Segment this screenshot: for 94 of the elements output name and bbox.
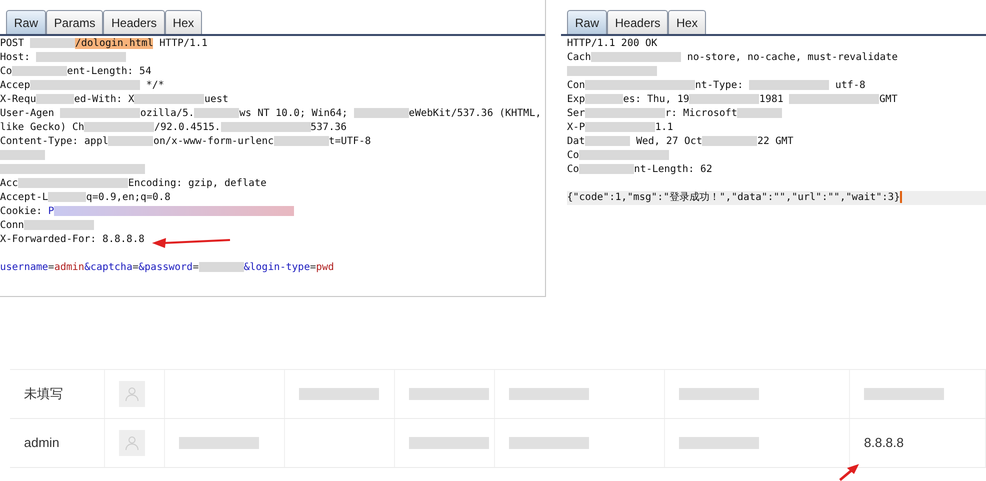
code-text: Content-Type: appl	[0, 136, 108, 147]
param-name: &login-type	[244, 262, 310, 273]
code-text: r: Microsoft	[665, 108, 738, 119]
code-text: =	[192, 262, 199, 273]
blurred-text	[30, 38, 76, 48]
blurred-text	[689, 94, 760, 104]
blurred-text	[24, 220, 94, 230]
tab[interactable]: Raw	[6, 10, 46, 34]
code-text: Host:	[0, 52, 32, 63]
code-text: HTTP/1.1 200 OK	[567, 38, 658, 49]
tab[interactable]: Hex	[668, 10, 706, 34]
code-text: nt-Length: 62	[634, 164, 712, 175]
avatar-icon	[119, 430, 145, 456]
text-cursor	[900, 191, 902, 204]
blurred-text	[585, 94, 624, 104]
code-text: ed-With: X	[74, 94, 134, 105]
code-text: {"code":1,"msg":"登录成功！","data":"","url":"","wait":3}	[567, 192, 900, 203]
code-text: Co	[567, 150, 580, 161]
blurred-text	[36, 94, 74, 104]
blurred-text	[274, 136, 329, 146]
code-text: es: Thu, 19	[623, 94, 690, 105]
blurred-text	[0, 150, 45, 160]
code-text: on/x-www-form-urlenc	[153, 136, 274, 147]
blurred-text	[354, 108, 409, 118]
code-text: User-Agen	[0, 108, 56, 119]
code-text: utf-8	[834, 80, 866, 91]
tab[interactable]: Headers	[607, 10, 668, 34]
code-text: nt-Type:	[695, 80, 744, 91]
avatar-icon	[119, 381, 145, 407]
blurred-text	[108, 136, 154, 146]
blurred-text	[585, 122, 656, 132]
code-text: ws NT 10.0; Win64;	[239, 108, 349, 119]
code-text: Exp	[567, 94, 586, 105]
code-text: =	[132, 262, 139, 273]
arrow-annotation	[838, 462, 860, 481]
code-text: t=UTF-8	[328, 136, 371, 147]
table-cell-text: 8.8.8.8	[864, 434, 904, 452]
code-text: Conn	[0, 220, 24, 231]
code-text: Co	[567, 164, 580, 175]
table-cell-text: admin	[24, 434, 60, 452]
tab[interactable]: Hex	[164, 10, 202, 34]
blurred-text	[198, 262, 244, 272]
code-text: Ser	[567, 108, 586, 119]
code-text: =	[48, 262, 54, 273]
code-text: Accep	[0, 80, 30, 91]
code-text: Acc	[0, 178, 18, 189]
code-text: 1981	[759, 94, 784, 105]
code-text: Accept-L	[0, 192, 48, 203]
code-text: no-store, no-cache, must-revalidate	[686, 52, 898, 63]
code-text: */*	[145, 80, 164, 91]
code-text: X-P	[567, 122, 586, 133]
param-value: pwd	[316, 262, 334, 273]
code-text: POST	[0, 38, 26, 49]
blurred-text	[585, 136, 630, 146]
code-text: Co	[0, 66, 12, 77]
param-name: &password	[138, 262, 193, 273]
code-text: Cookie:	[0, 206, 44, 217]
tab[interactable]: Params	[46, 10, 104, 34]
code-text: ozilla/5.	[140, 108, 194, 119]
code-text: 537.36	[310, 122, 347, 133]
code-text: Cach	[567, 52, 592, 63]
table-cell-text: 未填写	[24, 385, 63, 404]
blurred-text	[84, 122, 154, 132]
code-text: eWebKit/537.36 (KHTML,	[408, 108, 542, 119]
blurred-text	[194, 108, 240, 118]
code-text: HTTP/1.1	[158, 38, 208, 49]
param-name: &captcha	[84, 262, 132, 273]
highlighted-text: /dologin.html	[75, 38, 154, 49]
param-name: username	[0, 262, 48, 273]
code-text: q=0.9,en;q=0.8	[86, 192, 170, 203]
code-text: Encoding: gzip, deflate	[128, 178, 267, 189]
tab[interactable]: Raw	[567, 10, 608, 34]
blurred-text	[579, 164, 634, 174]
param-value: admin	[54, 262, 84, 273]
blurred-text	[702, 136, 758, 146]
blurred-text	[737, 108, 782, 118]
tab[interactable]: Headers	[103, 10, 165, 34]
code-text: 1.1	[655, 122, 674, 133]
blurred-text	[48, 192, 86, 202]
code-text: X-Forwarded-For: 8.8.8.8	[0, 234, 144, 245]
code-text: /92.0.4515.	[154, 122, 221, 133]
code-text: like Gecko) Ch	[0, 122, 84, 133]
code-text: Con	[567, 80, 586, 91]
code-text: Wed, 27 Oct	[635, 136, 702, 147]
code-text: =	[310, 262, 316, 273]
blurred-text	[12, 66, 68, 76]
code-text: Dat	[567, 136, 586, 147]
code-text: uest	[204, 94, 228, 105]
code-text: GMT	[879, 94, 898, 105]
code-text: 22 GMT	[757, 136, 794, 147]
code-text: ent-Length: 54	[67, 66, 152, 77]
blurred-text	[134, 94, 204, 104]
param-name: P	[48, 206, 54, 217]
code-text: X-Requ	[0, 94, 36, 105]
